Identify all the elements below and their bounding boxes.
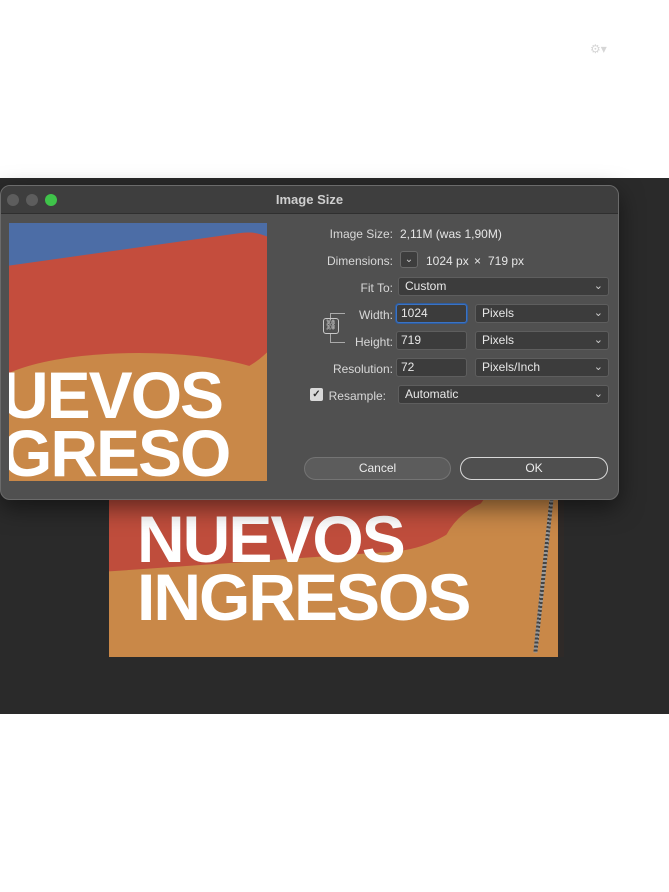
resample-value: Automatic xyxy=(405,387,459,401)
dimensions-times: × xyxy=(474,254,482,268)
dimensions-label: Dimensions: xyxy=(326,254,393,268)
height-label: Height: xyxy=(354,335,393,349)
fit-to-label: Fit To: xyxy=(360,281,393,295)
preview-text-line2: GRESO xyxy=(9,416,231,481)
canvas-text-line2: INGRESOS xyxy=(137,560,471,634)
image-size-label: Image Size: xyxy=(329,227,393,241)
fit-to-value: Custom xyxy=(405,279,447,293)
dialog-title: Image Size xyxy=(275,192,344,207)
cancel-button[interactable]: Cancel xyxy=(304,457,451,480)
height-unit-select[interactable]: Pixels ⌄ xyxy=(475,331,609,350)
chevron-down-icon: ⌄ xyxy=(593,361,603,373)
resolution-input[interactable]: 72 xyxy=(396,358,467,377)
height-unit-value: Pixels xyxy=(482,333,515,347)
dimensions-width: 1024 px xyxy=(426,254,469,268)
resolution-unit-value: Pixels/Inch xyxy=(482,360,541,374)
resolution-unit-select[interactable]: Pixels/Inch ⌄ xyxy=(475,358,609,377)
chevron-down-icon: ⌄ xyxy=(593,388,603,400)
gear-icon[interactable]: ⚙▾ xyxy=(590,42,607,56)
fit-to-select[interactable]: Custom ⌄ xyxy=(398,277,609,296)
link-icon[interactable]: ⛓ xyxy=(323,318,339,334)
width-unit-value: Pixels xyxy=(482,306,515,320)
dimensions-height: 719 px xyxy=(488,254,525,268)
chevron-down-icon[interactable]: ⌄ xyxy=(400,251,418,268)
image-size-value: 2,11M (was 1,90M) xyxy=(400,227,502,241)
chevron-down-icon: ⌄ xyxy=(593,334,603,346)
document-canvas-image: NUEVOS INGRESOS xyxy=(109,478,564,657)
image-preview[interactable]: UEVOS GRESO xyxy=(9,223,267,481)
width-unit-select[interactable]: Pixels ⌄ xyxy=(475,304,609,323)
dialog-titlebar: Image Size xyxy=(1,186,618,214)
resample-select[interactable]: Automatic ⌄ xyxy=(398,385,609,404)
resample-label: Resample: xyxy=(328,389,386,403)
ok-button[interactable]: OK xyxy=(460,457,608,480)
width-input[interactable]: 1024 xyxy=(396,304,467,323)
chevron-down-icon: ⌄ xyxy=(593,307,603,319)
chevron-down-icon: ⌄ xyxy=(593,280,603,292)
resolution-label: Resolution: xyxy=(332,362,393,376)
height-input[interactable]: 719 xyxy=(396,331,467,350)
